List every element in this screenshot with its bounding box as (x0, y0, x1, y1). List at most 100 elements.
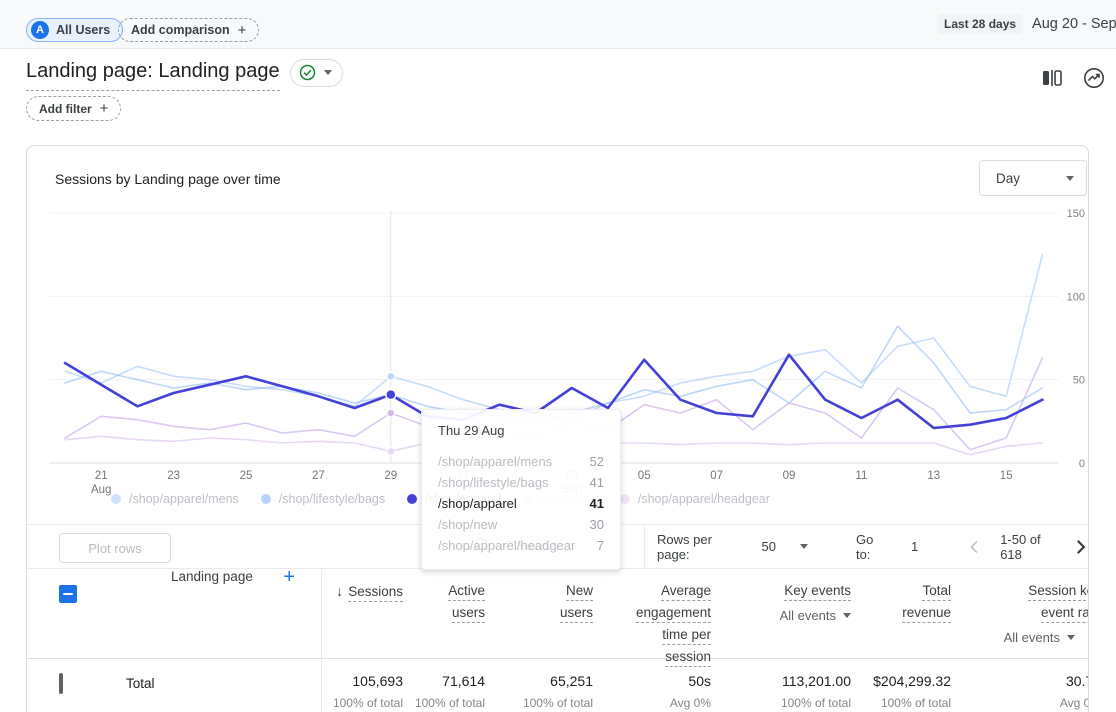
svg-text:100: 100 (1067, 291, 1085, 303)
chevron-down-icon (1066, 176, 1074, 181)
total-active-users-cell: 71,614 100% of total (411, 659, 493, 710)
svg-text:25: 25 (240, 470, 253, 482)
legend-label: /shop/lifestyle/bags (279, 492, 385, 506)
insights-icon[interactable] (1082, 66, 1106, 90)
header-label: Key events (784, 583, 851, 601)
svg-text:0: 0 (1079, 458, 1085, 470)
header-label: Total (922, 583, 951, 601)
svg-text:07: 07 (710, 470, 723, 482)
column-header-sessions[interactable]: ↓Sessions (321, 569, 411, 658)
tooltip-row-highlighted: /shop/apparel 41 (438, 493, 604, 514)
previous-page-icon[interactable] (966, 538, 984, 556)
total-key-events-cell: 113,201.00 100% of total (719, 659, 859, 710)
metric-subtext: Avg 0% (601, 696, 711, 710)
row-checkbox[interactable] (59, 673, 63, 694)
add-filter-button[interactable]: Add filter + (26, 96, 121, 121)
pagination-range: 1-50 of 618 (1000, 532, 1054, 562)
metric-value: 50s (601, 673, 711, 689)
filter-value: All events (1004, 630, 1060, 645)
chevron-down-icon[interactable] (800, 544, 808, 549)
svg-text:05: 05 (638, 470, 651, 482)
column-header-avg-engagement-time[interactable]: Average engagement time per session (601, 569, 719, 658)
svg-text:50: 50 (1073, 375, 1085, 387)
total-sessions-cell: 105,693 100% of total (321, 659, 411, 710)
pagination-controls: Rows per page: 50 Go to: 1 1-50 of 618 (657, 525, 1089, 568)
add-comparison-button[interactable]: Add comparison + (118, 18, 259, 42)
svg-text:150: 150 (1067, 208, 1085, 220)
header-label: time per (662, 627, 711, 645)
go-to-input[interactable]: 1 (911, 539, 918, 554)
add-dimension-icon[interactable]: + (283, 569, 295, 585)
column-header-total-revenue[interactable]: Total revenue (859, 569, 959, 658)
add-filter-label: Add filter (39, 102, 92, 116)
series-dot (261, 494, 271, 504)
legend-item[interactable]: /shop/lifestyle/bags (261, 492, 385, 506)
column-header-landing-page[interactable]: Landing page + (91, 569, 321, 658)
page-title[interactable]: Landing page: Landing page (26, 60, 280, 91)
header-checkbox-cell (27, 569, 91, 658)
legend-label: /shop/apparel/headgear (638, 492, 770, 506)
tooltip-value: 30 (590, 514, 604, 535)
plus-icon: + (100, 101, 109, 116)
select-all-checkbox-indeterminate[interactable] (59, 585, 77, 603)
ga4-landing-page-report: A All Users Add comparison + Last 28 day… (0, 0, 1116, 712)
rows-per-page-value[interactable]: 50 (762, 539, 776, 554)
total-session-rate-cell: 30.74 Avg 0% (959, 659, 1089, 710)
total-row-label: Total (91, 659, 321, 710)
table-total-row: Total 105,693 100% of total 71,614 100% … (27, 659, 1089, 710)
check-circle-icon (299, 64, 316, 81)
header-label: Average (661, 583, 711, 601)
comparison-bar: A All Users Add comparison + Last 28 day… (0, 0, 1116, 49)
total-revenue-cell: $204,299.32 100% of total (859, 659, 959, 710)
header-label: users (560, 605, 593, 623)
metric-subtext: 100% of total (321, 696, 403, 710)
tooltip-row: /shop/new 30 (438, 514, 604, 535)
header-label: Active (448, 583, 485, 601)
metric-subtext: 100% of total (493, 696, 593, 710)
tooltip-row: /shop/apparel/mens 52 (438, 451, 604, 472)
tooltip-date: Thu 29 Aug (438, 423, 604, 438)
tooltip-label: /shop/new (438, 514, 497, 535)
column-header-active-users[interactable]: Active users (411, 569, 493, 658)
date-range-picker[interactable]: Last 28 days Aug 20 - Sep 16, 2 (938, 14, 1116, 34)
metric-subtext: 100% of total (719, 696, 851, 710)
table-header-row: Landing page + ↓Sessions Active users Ne… (27, 569, 1089, 659)
divider (644, 525, 645, 568)
svg-text:27: 27 (312, 470, 325, 482)
tooltip-value: 52 (590, 451, 604, 472)
session-rate-filter-dropdown[interactable]: All events (959, 630, 1089, 645)
header-label: Sessions (348, 584, 403, 602)
series-dot (620, 494, 630, 504)
report-action-icons (1040, 66, 1106, 90)
plot-rows-button[interactable]: Plot rows (59, 533, 171, 563)
metric-value: 105,693 (321, 673, 403, 689)
tooltip-value: 41 (590, 472, 604, 493)
tooltip-label: /shop/apparel (438, 493, 517, 514)
column-header-key-events[interactable]: Key events All events (719, 569, 859, 658)
svg-text:13: 13 (927, 470, 940, 482)
report-title-row: Landing page: Landing page (26, 60, 343, 91)
metric-value: 30.74 (959, 673, 1089, 689)
column-header-session-key-event-rate[interactable]: Session key event rate All events (959, 569, 1089, 658)
svg-text:15: 15 (1000, 470, 1013, 482)
key-events-filter-dropdown[interactable]: All events (719, 608, 851, 623)
legend-item[interactable]: /shop/apparel/headgear (620, 492, 770, 506)
chevron-down-icon (324, 70, 332, 75)
edit-comparisons-icon[interactable] (1040, 66, 1064, 90)
next-page-icon[interactable] (1070, 537, 1089, 557)
svg-text:29: 29 (384, 470, 397, 482)
segment-avatar: A (31, 21, 49, 39)
column-header-new-users[interactable]: New users (493, 569, 601, 658)
granularity-dropdown[interactable]: Day (979, 160, 1087, 196)
legend-item[interactable]: /shop/apparel/mens (111, 492, 239, 506)
chevron-down-icon (843, 613, 851, 618)
all-users-segment-pill[interactable]: A All Users (26, 18, 123, 42)
granularity-value: Day (996, 171, 1020, 186)
header-label: event rate (1041, 605, 1089, 623)
series-dot (407, 494, 417, 504)
tooltip-value: 41 (590, 493, 604, 514)
data-quality-pill[interactable] (290, 59, 343, 87)
svg-text:23: 23 (167, 470, 180, 482)
metric-value: 113,201.00 (719, 673, 851, 689)
go-to-label: Go to: (856, 532, 885, 562)
